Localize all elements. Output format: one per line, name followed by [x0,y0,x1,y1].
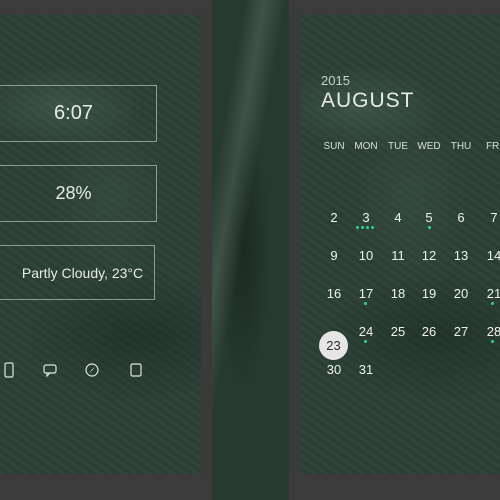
calendar-day[interactable]: 7 [479,210,500,225]
calendar-day[interactable]: 12 [414,248,444,263]
event-dot [364,302,367,305]
weather-text: Partly Cloudy, 23°C [21,264,144,281]
time-box: 6:07 [0,85,157,142]
calendar-panel: 2015 AUGUST SUN MON TUE WED THU FRI 2 3 … [300,15,500,474]
event-dot [371,226,374,229]
weekday-header: FRI [485,141,500,152]
calendar-day[interactable]: 25 [383,324,413,339]
calendar-day[interactable]: 13 [446,248,476,263]
weekday-header: MON [354,141,378,152]
lockscreen-panel: 6:07 28% Partly Cloudy, 23°C [0,15,201,474]
wallpaper-strip [212,0,289,500]
calendar-day[interactable]: 19 [414,286,444,301]
calendar-day[interactable]: 10 [351,248,381,263]
calendar-day[interactable]: 24 [351,324,381,339]
calendar-day[interactable]: 17 [351,286,381,301]
calendar-day[interactable]: 5 [414,210,444,225]
calendar-day[interactable]: 20 [446,286,476,301]
weather-box: Partly Cloudy, 23°C [0,245,155,300]
calendar-year: 2015 [321,73,350,88]
phone-icon[interactable] [2,362,16,378]
calendar-day[interactable]: 26 [414,324,444,339]
weekday-header: SUN [323,141,345,152]
time-text: 6:07 [54,102,93,124]
event-dot [356,226,359,229]
calendar-day[interactable]: 4 [383,210,413,225]
event-dot [491,302,494,305]
message-icon[interactable] [43,362,57,378]
weekday-header: WED [417,141,441,152]
calendar-day-today[interactable]: 23 [319,331,348,360]
event-dot [361,226,364,229]
battery-box: 28% [0,165,157,222]
calendar-day[interactable]: 21 [479,286,500,301]
weekday-header: TUE [388,141,408,152]
calendar-day[interactable]: 3 [351,210,381,225]
calendar-day[interactable]: 14 [479,248,500,263]
calendar-month: AUGUST [321,89,415,112]
calendar-day[interactable]: 9 [319,248,349,263]
calendar-day[interactable]: 31 [351,362,381,377]
calendar-day[interactable]: 11 [383,248,413,263]
calendar-day[interactable]: 27 [446,324,476,339]
calendar-day[interactable]: 18 [383,286,413,301]
today-label: 23 [326,338,341,353]
calendar-day[interactable]: 28 [479,324,500,339]
event-dot [366,226,369,229]
calendar-day[interactable]: 2 [319,210,349,225]
calendar-day[interactable]: 16 [319,286,349,301]
event-dot [364,340,367,343]
compass-icon[interactable] [85,362,99,378]
shortcut-icons [0,362,201,382]
calendar-day[interactable]: 30 [319,362,349,377]
event-dot [428,226,431,229]
battery-text: 28% [55,183,92,203]
note-icon[interactable] [129,362,143,378]
calendar-day[interactable]: 6 [446,210,476,225]
weekday-header: THU [450,141,472,152]
event-dot [491,340,494,343]
